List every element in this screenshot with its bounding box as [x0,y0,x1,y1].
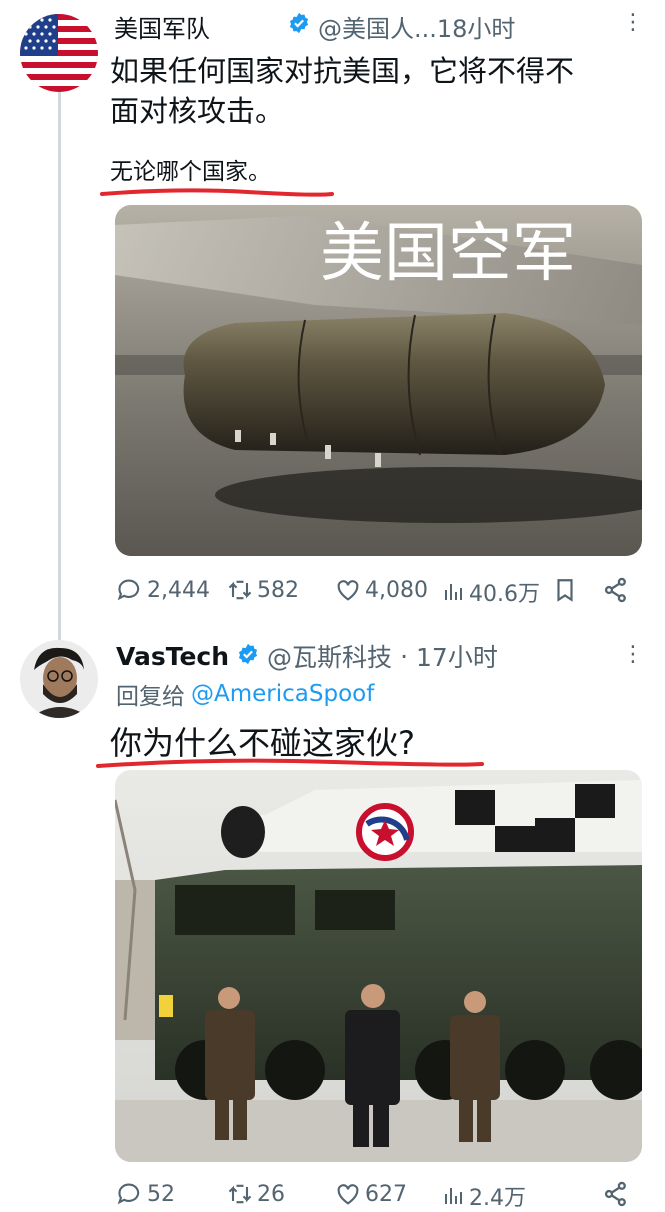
missile-photo [115,770,642,1162]
avatar-vastech[interactable] [20,640,98,718]
tweet2-author-name[interactable]: VasTech [116,642,229,671]
verified-badge-icon [237,642,259,671]
reply-prefix: 回复给 [116,684,185,710]
tweet1-reply-count: 2,444 [147,577,210,603]
retweet-icon [228,580,252,600]
tweet2-views-count: 2.4万 [469,1186,526,1211]
views-icon [445,1188,462,1204]
tweet1-retweet-count: 582 [257,577,299,603]
tweet2-separator: · [400,641,409,671]
us-flag-avatar-image [20,14,98,92]
like-icon [337,1184,359,1205]
tweet2-share-button[interactable] [602,1180,630,1208]
tweet2-more-icon[interactable]: ⋮ [622,642,644,667]
tweet1-bookmark-button[interactable] [552,576,578,604]
tweet1-red-underline [100,188,334,197]
tweet2-views-button[interactable]: 2.4万 [442,1180,526,1212]
tweet1-more-icon[interactable]: ⋮ [622,10,644,35]
tweet1-media-bomb-image[interactable]: 美国空军 [115,205,642,556]
thread-connector-line [58,92,61,640]
verified-badge-icon [288,12,310,40]
share-icon [604,577,626,603]
views-icon [445,584,462,600]
vastech-avatar-image [20,640,98,718]
tweet1-retweet-button[interactable]: 582 [226,576,299,604]
reply-icon [117,1183,140,1205]
tweet1-views-count: 40.6万 [469,582,540,607]
tweet1-like-button[interactable]: 4,080 [334,576,428,604]
tweet1-like-count: 4,080 [365,577,428,603]
reply-icon [117,579,140,601]
tweet2-time[interactable]: 17小时 [416,638,498,674]
tweet2-media-missile-image[interactable] [115,770,642,1162]
bookmark-icon [557,579,573,602]
media-caption-text: 美国空军 [320,217,576,291]
avatar-us-military[interactable] [20,14,98,92]
tweet2-header: VasTech @瓦斯科技 · 17小时 [116,638,498,674]
tweet2-retweet-button[interactable]: 26 [226,1180,285,1208]
tweet1-author-name[interactable]: 美国军队 [114,9,210,44]
tweet1-reply-button[interactable]: 2,444 [116,576,210,604]
tweet1-text-line1: 如果任何国家对抗美国，它将不得不 [110,54,575,88]
tweet1-handle-time[interactable]: @美国人...18小时 [318,9,515,44]
bomb-photo: 美国空军 [115,205,642,556]
tweet1-views-button[interactable]: 40.6万 [442,576,540,608]
tweet2-like-count: 627 [365,1181,407,1207]
tweet1-share-button[interactable] [602,576,630,604]
like-icon [337,580,359,601]
tweet1-header: 美国军队 @美国人...18小时 [114,8,515,44]
tweet2-reply-count: 52 [147,1181,175,1207]
tweet1-text-line2: 面对核攻击。 [110,94,285,128]
share-icon [604,1181,626,1207]
tweet1-action-bar: 2,444 582 4,080 40.6万 [116,576,636,608]
tweet2-action-bar: 52 26 627 2.4万 [116,1180,636,1212]
tweet2-reply-button[interactable]: 52 [116,1180,175,1208]
reply-to-link[interactable]: @AmericaSpoof [191,681,374,707]
tweet2-reply-context: 回复给 @AmericaSpoof [116,678,374,710]
retweet-icon [228,1184,252,1204]
tweet2-like-button[interactable]: 627 [334,1180,407,1208]
tweet2-handle[interactable]: @瓦斯科技 [267,638,392,674]
tweet2-retweet-count: 26 [257,1181,285,1207]
